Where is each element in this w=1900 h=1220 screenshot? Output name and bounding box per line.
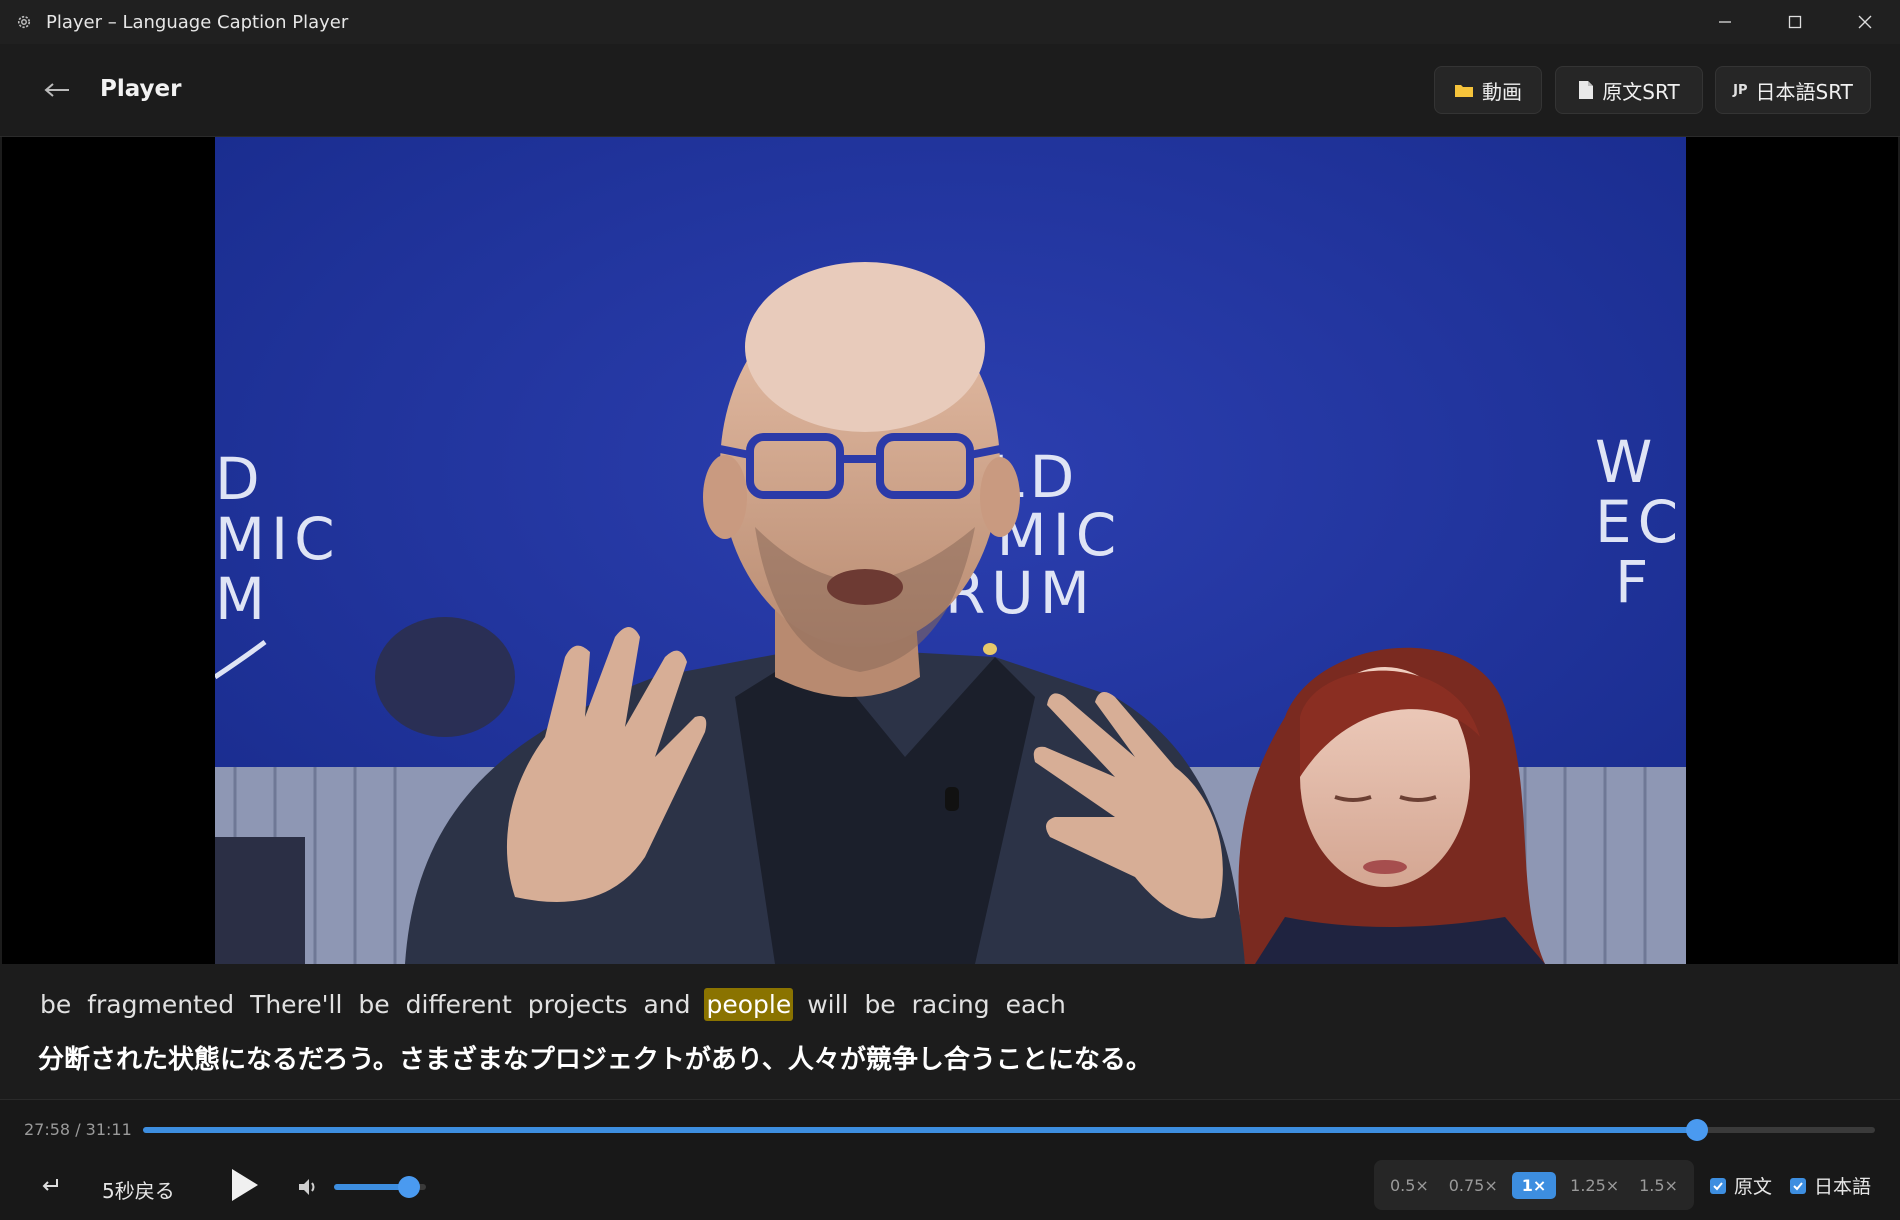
play-icon[interactable]	[228, 1166, 260, 1204]
backdrop-text-left-1: D	[215, 445, 266, 513]
subtitle-word[interactable]: different	[404, 988, 514, 1021]
app-gear-icon	[12, 10, 36, 34]
volume-thumb[interactable]	[398, 1176, 421, 1198]
subtitle-word[interactable]: projects	[526, 988, 630, 1021]
seek-bar[interactable]	[143, 1119, 1875, 1141]
japanese-subtitle: 分断された状態になるだろう。さまざまなプロジェクトがあり、人々が競争し合うことに…	[38, 1045, 1152, 1075]
speed-0.75-button[interactable]: 0.75×	[1443, 1172, 1504, 1199]
page-title: Player	[100, 76, 182, 102]
subtitle-word[interactable]: be	[356, 988, 391, 1021]
folder-icon	[1455, 85, 1473, 97]
source-toggle-label: 原文	[1734, 1176, 1773, 1198]
close-button[interactable]	[1830, 0, 1900, 44]
document-icon	[1579, 81, 1594, 99]
backdrop-text-right-2: ECO	[1595, 488, 1686, 556]
rewind-5s-button[interactable]: 5秒戻る	[102, 1175, 175, 1204]
video-frame[interactable]: D MIC M RLD OMIC RUM W ECO F	[215, 137, 1686, 964]
volume-icon[interactable]	[296, 1175, 320, 1199]
arrow-left-icon	[44, 83, 69, 97]
playback-speed-group: 0.5× 0.75× 1× 1.25× 1.5×	[1374, 1160, 1694, 1210]
maximize-icon	[1788, 15, 1802, 29]
back-button[interactable]	[38, 72, 76, 108]
window-title: Player – Language Caption Player	[46, 11, 349, 33]
subtitle-word[interactable]: will	[805, 988, 850, 1021]
subtitle-panel: be fragmented There'll be different proj…	[0, 964, 1900, 1099]
player-controls: 27:58 / 31:11 5秒戻る 0.5× 0.75× 1× 1.25× 1…	[0, 1099, 1900, 1220]
open-japanese-srt-label: 日本語SRT	[1755, 79, 1853, 104]
video-player[interactable]: D MIC M RLD OMIC RUM W ECO F	[2, 137, 1898, 964]
open-source-srt-button[interactable]: 原文SRT	[1555, 66, 1703, 114]
open-japanese-srt-button[interactable]: JP 日本語SRT	[1715, 66, 1871, 114]
subtitle-word[interactable]: racing	[910, 988, 992, 1021]
subtitle-word[interactable]: be	[862, 988, 897, 1021]
subtitle-word[interactable]: fragmented	[85, 988, 236, 1021]
backdrop-text-right-1: W	[1595, 428, 1658, 496]
subtitle-word[interactable]: and	[641, 988, 692, 1021]
window-titlebar: Player – Language Caption Player	[0, 0, 1900, 45]
time-display: 27:58 / 31:11	[24, 1120, 132, 1139]
checkbox-checked-icon[interactable]	[1710, 1177, 1726, 1194]
checkbox-checked-icon[interactable]	[1790, 1177, 1806, 1194]
rewind-icon[interactable]	[38, 1174, 62, 1198]
speed-1-button[interactable]: 1×	[1511, 1171, 1557, 1199]
japanese-toggle[interactable]: 日本語	[1790, 1172, 1871, 1199]
speed-1.25-button[interactable]: 1.25×	[1564, 1172, 1625, 1199]
source-subtitle: be fragmented There'll be different proj…	[38, 988, 1068, 1021]
volume-slider[interactable]	[334, 1176, 426, 1198]
app-header: Player 動画 原文SRT JP 日本語SRT	[0, 44, 1900, 137]
speed-1.5-button[interactable]: 1.5×	[1633, 1172, 1684, 1199]
maximize-button[interactable]	[1760, 0, 1830, 44]
close-icon	[1858, 15, 1872, 29]
backdrop-text-left-3: M	[215, 565, 271, 633]
open-video-label: 動画	[1482, 79, 1522, 104]
video-image: D MIC M RLD OMIC RUM W ECO F	[215, 137, 1686, 964]
subtitle-word-highlighted[interactable]: people	[704, 988, 794, 1021]
minimize-button[interactable]	[1690, 0, 1760, 44]
open-video-button[interactable]: 動画	[1434, 66, 1542, 114]
japanese-toggle-label: 日本語	[1814, 1176, 1872, 1198]
source-toggle[interactable]: 原文	[1710, 1172, 1772, 1199]
minimize-icon	[1719, 21, 1731, 23]
backdrop-text-right-3: F	[1615, 548, 1654, 616]
backdrop-text-left-2: MIC	[215, 505, 341, 573]
seek-progress	[143, 1127, 1697, 1133]
subtitle-word[interactable]: There'll	[248, 988, 344, 1021]
speed-0.5-button[interactable]: 0.5×	[1384, 1172, 1435, 1199]
seek-thumb[interactable]	[1685, 1119, 1708, 1141]
open-source-srt-label: 原文SRT	[1602, 79, 1680, 104]
subtitle-word[interactable]: each	[1004, 988, 1068, 1021]
subtitle-word[interactable]: be	[38, 988, 73, 1021]
jp-tag-icon: JP	[1733, 82, 1748, 98]
